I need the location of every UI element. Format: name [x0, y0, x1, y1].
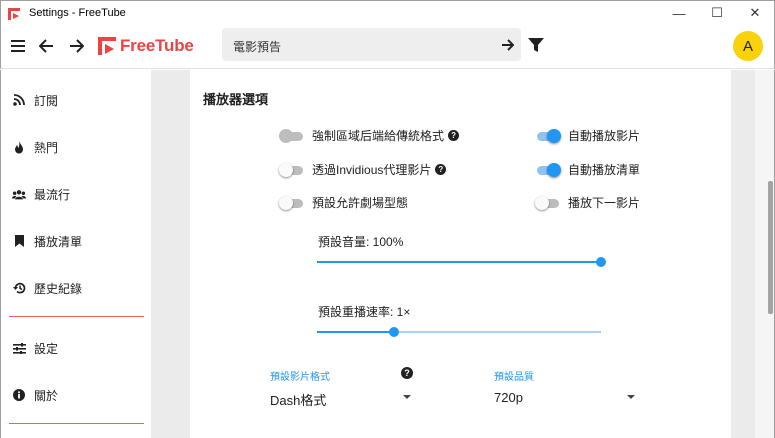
volume-slider-fill — [317, 261, 601, 263]
sidebar-item-label: 播放清單 — [34, 234, 83, 249]
sidebar-item-history[interactable]: 歷史紀錄 — [1, 268, 152, 308]
hamburger-menu-icon[interactable] — [6, 34, 30, 58]
scrollbar[interactable] — [755, 70, 775, 438]
toggle-label: 透過Invidious代理影片 — [312, 163, 432, 177]
playback-rate-slider-label: 預設重播速率: 1× — [318, 305, 411, 319]
toggle-label: 自動播放清單 — [568, 163, 641, 177]
sidebar: 訂閱 熱門 最流行 播放清單 歷史紀錄 設定 關於 — [0, 70, 151, 438]
sidebar-divider — [9, 423, 144, 424]
search-input[interactable]: 電影預告 — [222, 28, 521, 61]
settings-main: 播放器選項 強制區域后端給傳統格式 ? 透過Invidious代理影片 ? 預設… — [151, 70, 755, 438]
toggle-label: 播放下一影片 — [568, 196, 641, 210]
sidebar-item-label: 設定 — [34, 341, 59, 356]
video-format-select-label: 預設影片格式 — [270, 372, 330, 383]
toggle-switch[interactable] — [279, 162, 305, 177]
sliders-icon — [12, 341, 26, 355]
toggle-proxy-via-invidious[interactable]: 透過Invidious代理影片 ? — [279, 161, 447, 178]
chevron-down-icon[interactable] — [403, 395, 411, 399]
quality-select[interactable]: 720p — [494, 390, 523, 405]
volume-slider[interactable] — [317, 257, 606, 267]
toggle-switch[interactable] — [279, 195, 305, 210]
toggle-force-local-backend-legacy[interactable]: 強制區域后端給傳統格式 ? — [279, 127, 460, 144]
users-icon — [12, 187, 26, 201]
bookmark-icon — [12, 234, 26, 248]
sidebar-item-label: 歷史紀錄 — [34, 281, 83, 296]
top-nav: FreeTube 電影預告 A — [0, 24, 775, 69]
player-settings-card: 播放器選項 強制區域后端給傳統格式 ? 透過Invidious代理影片 ? 預設… — [190, 70, 731, 438]
playback-rate-slider[interactable] — [317, 327, 601, 337]
toggle-label: 自動播放影片 — [568, 129, 641, 143]
freetube-logo[interactable]: FreeTube — [98, 36, 194, 56]
playback-rate-slider-thumb[interactable] — [388, 327, 399, 337]
video-format-select[interactable]: Dash格式 — [270, 390, 326, 409]
volume-slider-thumb[interactable] — [596, 257, 606, 267]
sidebar-item-trending[interactable]: 熱門 — [1, 127, 152, 167]
toggle-autoplay-playlists[interactable]: 自動播放清單 — [535, 161, 640, 178]
toggle-label: 預設允許劇場型態 — [312, 196, 409, 210]
sidebar-item-subscriptions[interactable]: 訂閱 — [1, 80, 152, 120]
forward-arrow-icon[interactable] — [64, 34, 88, 58]
toggle-switch[interactable] — [535, 162, 561, 177]
logo-text: FreeTube — [120, 36, 194, 55]
rss-icon — [12, 93, 26, 107]
sidebar-item-playlists[interactable]: 播放清單 — [1, 221, 152, 261]
minimize-button[interactable]: — — [660, 1, 698, 25]
quality-select-label: 預設品質 — [494, 372, 534, 383]
filter-icon[interactable] — [527, 36, 545, 54]
toggle-autoplay-videos[interactable]: 自動播放影片 — [535, 127, 640, 144]
toggle-label: 強制區域后端給傳統格式 — [312, 129, 445, 143]
chevron-down-icon[interactable] — [627, 395, 635, 399]
section-title: 播放器選項 — [203, 92, 269, 107]
sidebar-item-label: 熱門 — [34, 140, 59, 155]
window-titlebar: Settings - FreeTube — ☐ ✕ — [0, 0, 775, 24]
toggle-play-next-video[interactable]: 播放下一影片 — [535, 194, 640, 211]
volume-slider-label: 預設音量: 100% — [318, 235, 404, 249]
toggle-switch[interactable] — [535, 128, 561, 143]
fire-icon — [12, 140, 26, 154]
toggle-switch[interactable] — [279, 128, 305, 143]
help-icon[interactable]: ? — [448, 130, 460, 141]
sidebar-item-label: 關於 — [34, 388, 59, 403]
search-go-arrow-icon[interactable] — [497, 35, 517, 55]
sidebar-item-popular[interactable]: 最流行 — [1, 174, 152, 214]
history-icon — [12, 281, 26, 295]
sidebar-divider — [9, 316, 144, 317]
sidebar-item-label: 最流行 — [34, 187, 71, 202]
maximize-button[interactable]: ☐ — [698, 1, 736, 25]
help-icon[interactable]: ? — [401, 367, 413, 379]
toggle-default-theatre-mode[interactable]: 預設允許劇場型態 — [279, 194, 408, 211]
freetube-app-icon — [8, 7, 20, 20]
scrollbar-thumb[interactable] — [768, 181, 773, 314]
toggle-switch[interactable] — [535, 195, 561, 210]
close-button[interactable]: ✕ — [736, 1, 774, 25]
freetube-logo-mark-icon — [98, 37, 116, 55]
sidebar-item-label: 訂閱 — [34, 93, 59, 108]
sidebar-item-about[interactable]: 關於 — [1, 375, 152, 415]
info-icon — [12, 388, 26, 402]
back-arrow-icon[interactable] — [34, 34, 58, 58]
playback-rate-slider-fill — [317, 331, 394, 333]
help-icon[interactable]: ? — [435, 164, 447, 175]
avatar[interactable]: A — [733, 31, 763, 61]
search-input-value: 電影預告 — [233, 40, 282, 54]
window-title: Settings - FreeTube — [29, 6, 126, 19]
sidebar-item-settings[interactable]: 設定 — [1, 328, 152, 368]
